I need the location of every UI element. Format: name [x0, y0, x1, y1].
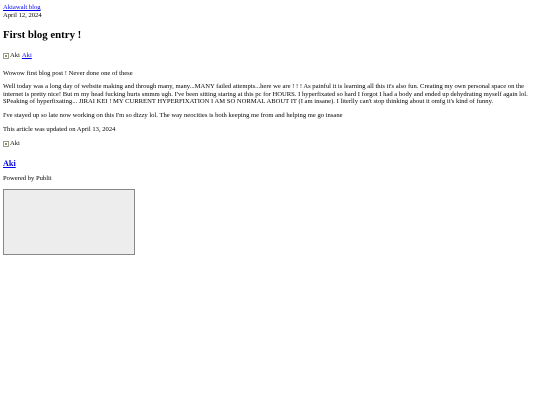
author-box-avatar-alt: Aki	[10, 140, 20, 148]
powered-by: Powered by Publii	[3, 174, 52, 182]
author-box-name: Aki	[3, 159, 537, 168]
post-date: April 12, 2024	[3, 11, 42, 19]
post-paragraph-1: Wowow first blog post ! Never done one o…	[3, 69, 133, 77]
post-paragraph-3: I've stayed up so late now working on th…	[3, 112, 343, 119]
author-box-name-link[interactable]: Aki	[3, 159, 16, 168]
broken-image-icon	[3, 140, 9, 147]
author-avatar-alt: Aki	[10, 52, 20, 60]
page: Akiawalt blog April 12, 2024 First blog …	[0, 0, 540, 255]
post-updated-note: This article was updated on April 13, 20…	[3, 125, 116, 133]
author-box: Aki Aki	[3, 140, 537, 168]
author-link[interactable]: Aki	[22, 52, 32, 60]
post-author-line: Aki Aki	[3, 52, 537, 60]
author-box-avatar: Aki	[3, 140, 20, 148]
author-avatar: Aki	[3, 52, 20, 60]
broken-image-icon	[3, 52, 9, 59]
post-title: First blog entry !	[3, 29, 82, 42]
post-paragraph-2: Well today was a long day of website mak…	[3, 83, 528, 106]
site-home-link[interactable]: Akiawalt blog	[3, 4, 537, 12]
embed-frame[interactable]	[3, 188, 135, 255]
